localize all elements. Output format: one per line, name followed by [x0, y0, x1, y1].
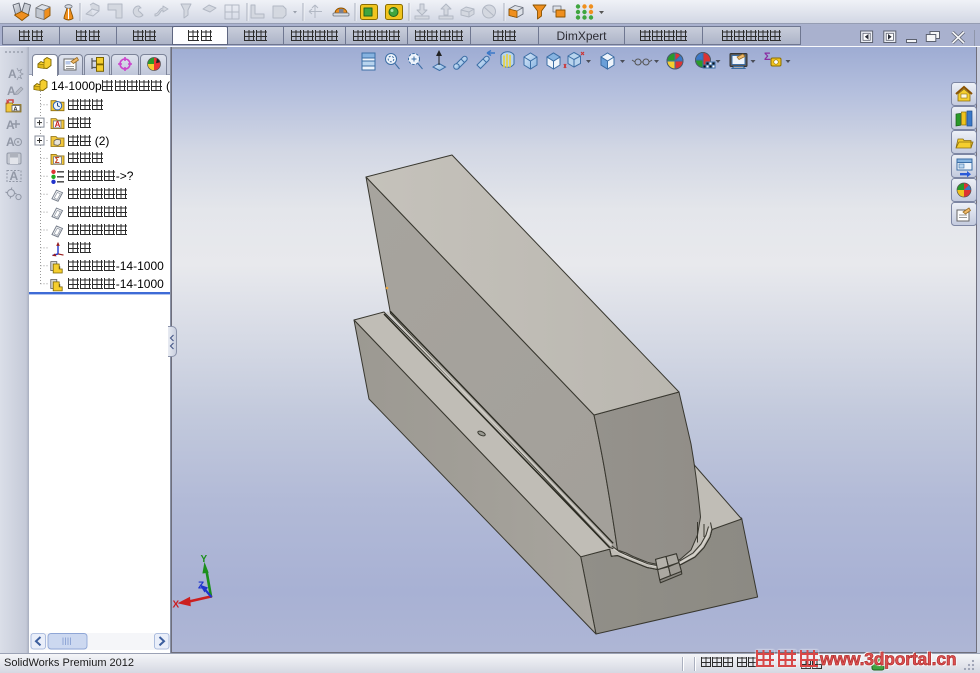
svg-text:Y: Y [201, 554, 208, 565]
svg-text:A: A [7, 84, 16, 98]
svg-text:A: A [8, 67, 17, 81]
svg-text:A: A [14, 107, 18, 113]
svg-text:A: A [55, 120, 61, 129]
svg-text:X: X [173, 600, 180, 611]
svg-text:A: A [10, 169, 19, 183]
svg-text:A: A [6, 118, 15, 132]
svg-text:Σ: Σ [55, 156, 60, 165]
svg-text:Z: Z [198, 581, 204, 592]
svg-text:A: A [6, 135, 15, 149]
